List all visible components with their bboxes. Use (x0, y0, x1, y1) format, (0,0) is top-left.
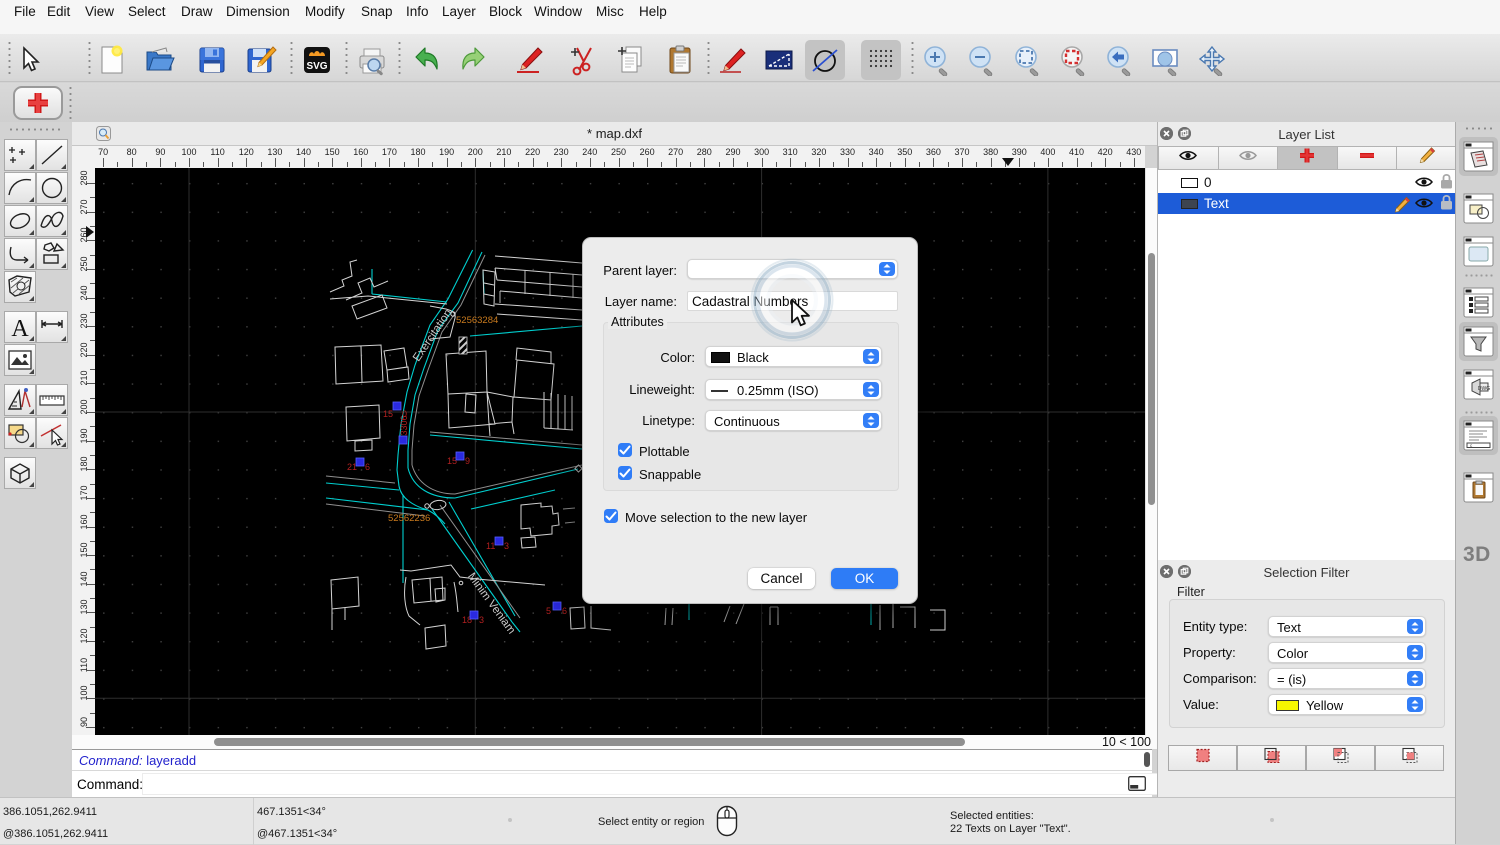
svg-text:52563284: 52563284 (456, 315, 498, 326)
svg-text:21: 21 (347, 462, 357, 472)
svg-text:SVG: SVG (306, 61, 327, 72)
svg-text:15: 15 (383, 409, 393, 419)
svg-text:52562236: 52562236 (388, 513, 430, 524)
svg-text:15: 15 (447, 456, 457, 466)
svg-text:6: 6 (562, 606, 567, 616)
svg-text:6: 6 (365, 462, 370, 472)
svg-text:DWG: DWG (1478, 386, 1490, 392)
svg-text:3: 3 (504, 541, 509, 551)
svg-text:5: 5 (546, 606, 551, 616)
svg-text:3: 3 (479, 615, 484, 625)
svg-text:A: A (11, 316, 29, 342)
svg-text:11: 11 (486, 541, 495, 551)
svg-text:9: 9 (465, 456, 470, 466)
